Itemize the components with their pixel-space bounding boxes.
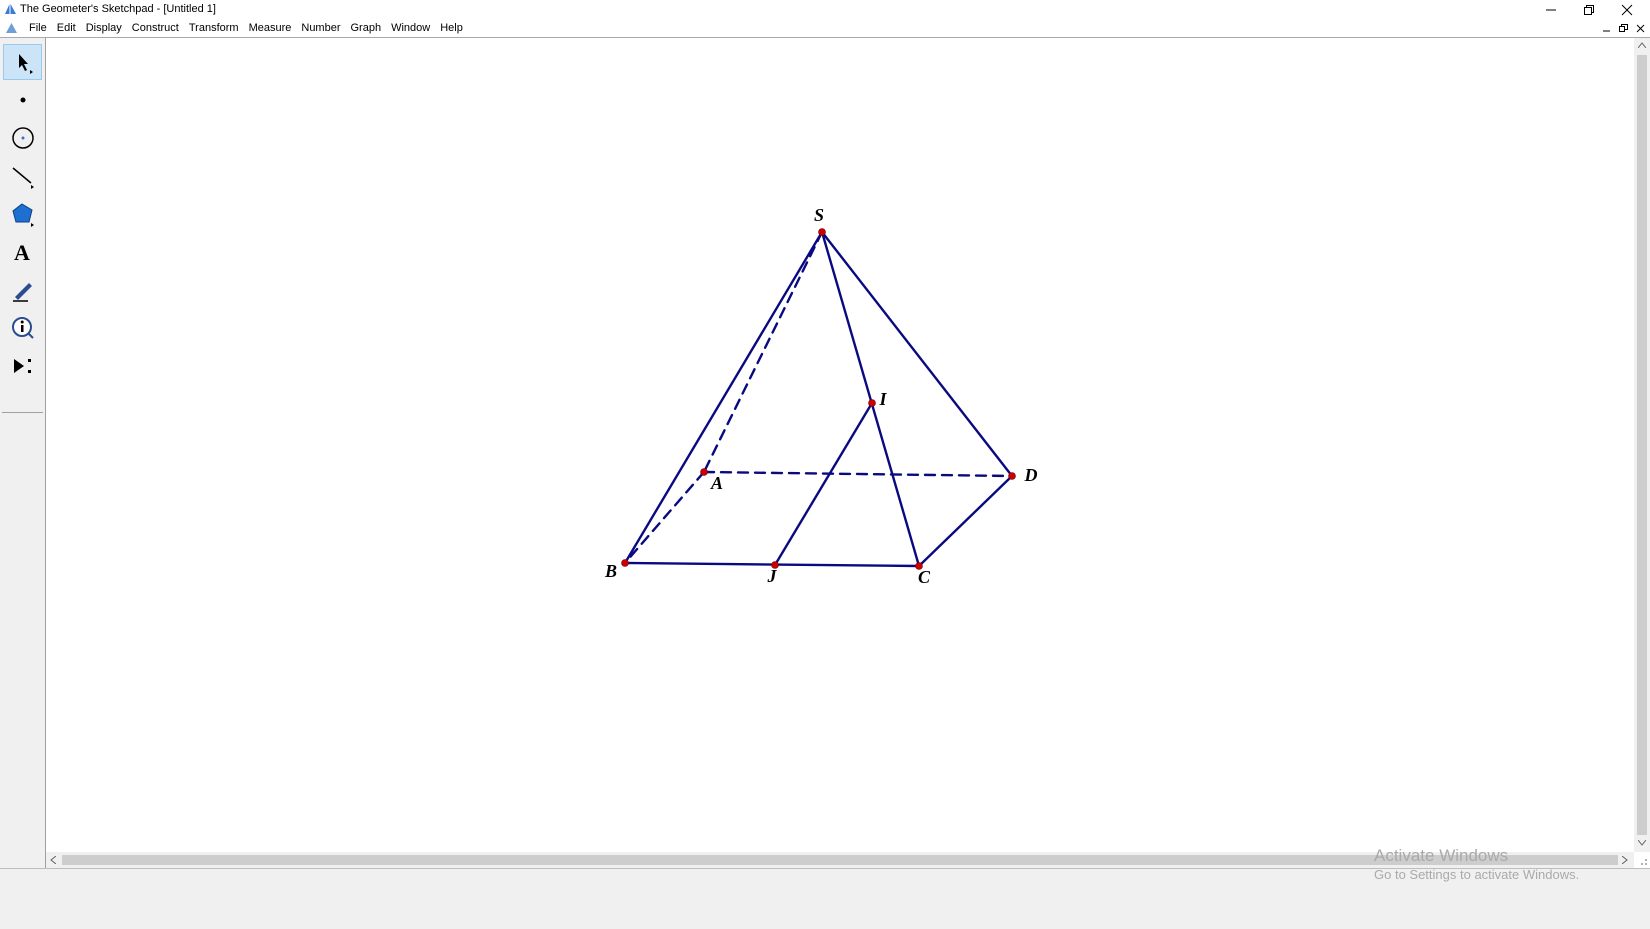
vertical-scrollbar[interactable] <box>1634 38 1650 852</box>
minimize-icon <box>1603 30 1610 32</box>
straightedge-icon <box>12 167 34 189</box>
point-label-s[interactable]: S <box>814 205 824 225</box>
arrow-select-icon <box>18 54 33 74</box>
minimize-button[interactable] <box>1532 0 1570 19</box>
title-bar: The Geometer's Sketchpad - [Untitled 1] <box>0 0 1650 19</box>
point-label-j[interactable]: J <box>767 566 778 586</box>
marker-pen-icon <box>12 283 32 302</box>
custom-tools-menu[interactable] <box>3 348 42 384</box>
document-restore-button[interactable] <box>1616 22 1631 35</box>
information-icon <box>11 317 34 339</box>
segment-sc[interactable] <box>820 230 921 568</box>
minimize-icon <box>1546 9 1556 10</box>
menu-transform[interactable]: Transform <box>184 21 244 35</box>
point-a[interactable] <box>700 468 708 476</box>
information-tool[interactable] <box>3 310 42 346</box>
watermark-title: Activate Windows <box>1374 846 1509 865</box>
restore-icon <box>1619 24 1628 32</box>
point-label-c[interactable]: C <box>918 567 931 587</box>
menu-display[interactable]: Display <box>81 21 127 35</box>
menu-number[interactable]: Number <box>296 21 345 35</box>
compass-tool[interactable] <box>3 120 42 156</box>
segment-sa-dashed[interactable] <box>702 230 824 474</box>
pyramid-figure[interactable]: S A B C D I J <box>46 38 1634 852</box>
size-grip-icon[interactable] <box>1636 854 1648 866</box>
custom-tools-icon <box>13 359 31 373</box>
restore-button[interactable] <box>1570 0 1608 19</box>
toolbox: A <box>0 38 47 928</box>
document-close-button[interactable] <box>1633 22 1648 35</box>
sketchpad-app-icon <box>5 3 16 14</box>
segment-ad-dashed[interactable] <box>702 470 1014 478</box>
scroll-down-icon[interactable] <box>1638 840 1646 846</box>
points-layer <box>621 228 1016 570</box>
polygon-icon <box>11 203 34 227</box>
watermark-subtitle: Go to Settings to activate Windows. <box>1374 867 1580 882</box>
point-s[interactable] <box>818 228 826 236</box>
menu-bar: File Edit Display Construct Transform Me… <box>0 19 1650 38</box>
point-b[interactable] <box>621 559 629 567</box>
text-tool[interactable]: A <box>3 234 42 270</box>
close-icon <box>1621 4 1633 15</box>
svg-text:A: A <box>14 240 30 265</box>
polygon-tool[interactable] <box>3 196 42 232</box>
menu-graph[interactable]: Graph <box>346 21 387 35</box>
segments-layer <box>623 230 1014 568</box>
labels-layer: S A B C D I J <box>604 205 1038 587</box>
menu-measure[interactable]: Measure <box>244 21 297 35</box>
menu-file[interactable]: File <box>24 21 52 35</box>
document-icon[interactable] <box>5 22 18 35</box>
compass-icon <box>11 127 34 149</box>
close-button[interactable] <box>1608 0 1646 19</box>
arrow-select-tool[interactable] <box>3 44 42 80</box>
scroll-up-icon[interactable] <box>1638 42 1646 48</box>
menu-construct[interactable]: Construct <box>127 21 184 35</box>
segment-cd[interactable] <box>917 474 1014 568</box>
point-label-i[interactable]: I <box>878 389 887 409</box>
close-icon <box>1636 24 1645 33</box>
menu-help[interactable]: Help <box>435 21 468 35</box>
point-i[interactable] <box>868 399 876 407</box>
point-label-d[interactable]: D <box>1024 465 1038 485</box>
scroll-right-icon[interactable] <box>1622 856 1628 864</box>
straightedge-tool[interactable] <box>3 158 42 194</box>
point-label-b[interactable]: B <box>604 561 617 581</box>
restore-icon <box>1584 4 1594 15</box>
window-title: The Geometer's Sketchpad - [Untitled 1] <box>20 3 216 15</box>
text-a-icon: A <box>14 240 30 265</box>
menu-edit[interactable]: Edit <box>52 21 81 35</box>
activate-windows-watermark: Activate Windows Go to Settings to activ… <box>1374 846 1579 883</box>
sketch-canvas[interactable]: S A B C D I J <box>46 38 1634 852</box>
menu-window[interactable]: Window <box>386 21 435 35</box>
point-icon <box>20 97 25 103</box>
vertical-scroll-thumb[interactable] <box>1637 55 1647 835</box>
marker-tool[interactable] <box>3 272 42 308</box>
scroll-left-icon[interactable] <box>50 856 56 864</box>
segment-ij[interactable] <box>773 401 874 567</box>
point-d[interactable] <box>1008 472 1016 480</box>
segment-ab-dashed[interactable] <box>623 470 706 565</box>
segment-sb[interactable] <box>623 230 824 565</box>
point-label-a[interactable]: A <box>710 473 723 493</box>
point-tool[interactable] <box>3 82 42 118</box>
toolbox-separator <box>2 412 43 413</box>
document-minimize-button[interactable] <box>1599 22 1614 35</box>
